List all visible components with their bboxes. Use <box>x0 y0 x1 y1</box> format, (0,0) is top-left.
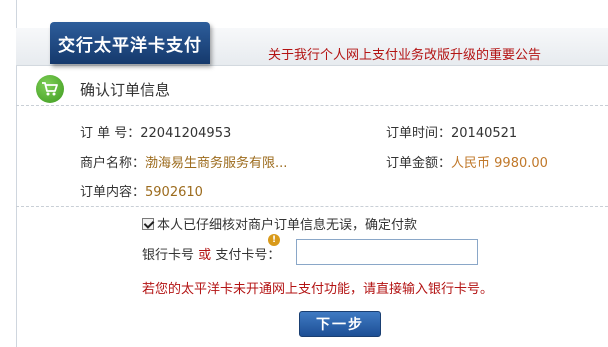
important-notice-link[interactable]: 关于我行个人网上支付业务改版升级的重要公告 <box>268 44 541 63</box>
order-amount-value: 人民币 9980.00 <box>451 156 548 171</box>
confirm-text: 本人已仔细核对商户订单信息无误，确定付款 <box>157 218 418 233</box>
section-divider <box>16 206 608 207</box>
confirm-checkbox[interactable] <box>142 217 154 230</box>
merchant-name: 商户名称：渤海易生商务服务有限... <box>80 152 287 171</box>
order-time: 订单时间：20140521 <box>386 122 517 141</box>
order-amount: 订单金额：人民币 9980.00 <box>386 152 548 171</box>
order-content-label: 订单内容： <box>80 185 146 200</box>
order-content: 订单内容：5902610 <box>80 181 203 200</box>
order-amount-label: 订单金额： <box>386 156 452 171</box>
card-number-label: 银行卡号 或 支付卡号： <box>142 244 280 263</box>
merchant-name-value: 渤海易生商务服务有限... <box>145 156 288 171</box>
order-number-label: 订 单 号： <box>80 126 141 141</box>
order-number: 订 单 号：22041204953 <box>80 122 231 141</box>
merchant-name-label: 商户名称： <box>80 156 146 171</box>
bank-card-label: 银行卡号 <box>142 248 195 263</box>
warning-text: 若您的太平洋卡未开通网上支付功能，请直接输入银行卡号。 <box>142 282 494 297</box>
order-number-value: 22041204953 <box>140 126 232 141</box>
card-number-input[interactable] <box>296 239 478 265</box>
confirm-checkbox-row[interactable]: 本人已仔细核对商户订单信息无误，确定付款 <box>142 214 417 233</box>
pay-card-label: 支付卡号： <box>215 248 281 263</box>
or-label: 或 <box>198 248 212 263</box>
order-content-value: 5902610 <box>145 185 203 200</box>
section-title: 确认订单信息 <box>80 81 171 99</box>
next-step-button[interactable]: 下一步 <box>299 311 381 337</box>
shopping-cart-icon <box>36 75 64 103</box>
bank-title-tab: 交行太平洋卡支付 <box>50 22 210 64</box>
order-time-label: 订单时间： <box>386 126 452 141</box>
order-time-value: 20140521 <box>451 126 518 141</box>
